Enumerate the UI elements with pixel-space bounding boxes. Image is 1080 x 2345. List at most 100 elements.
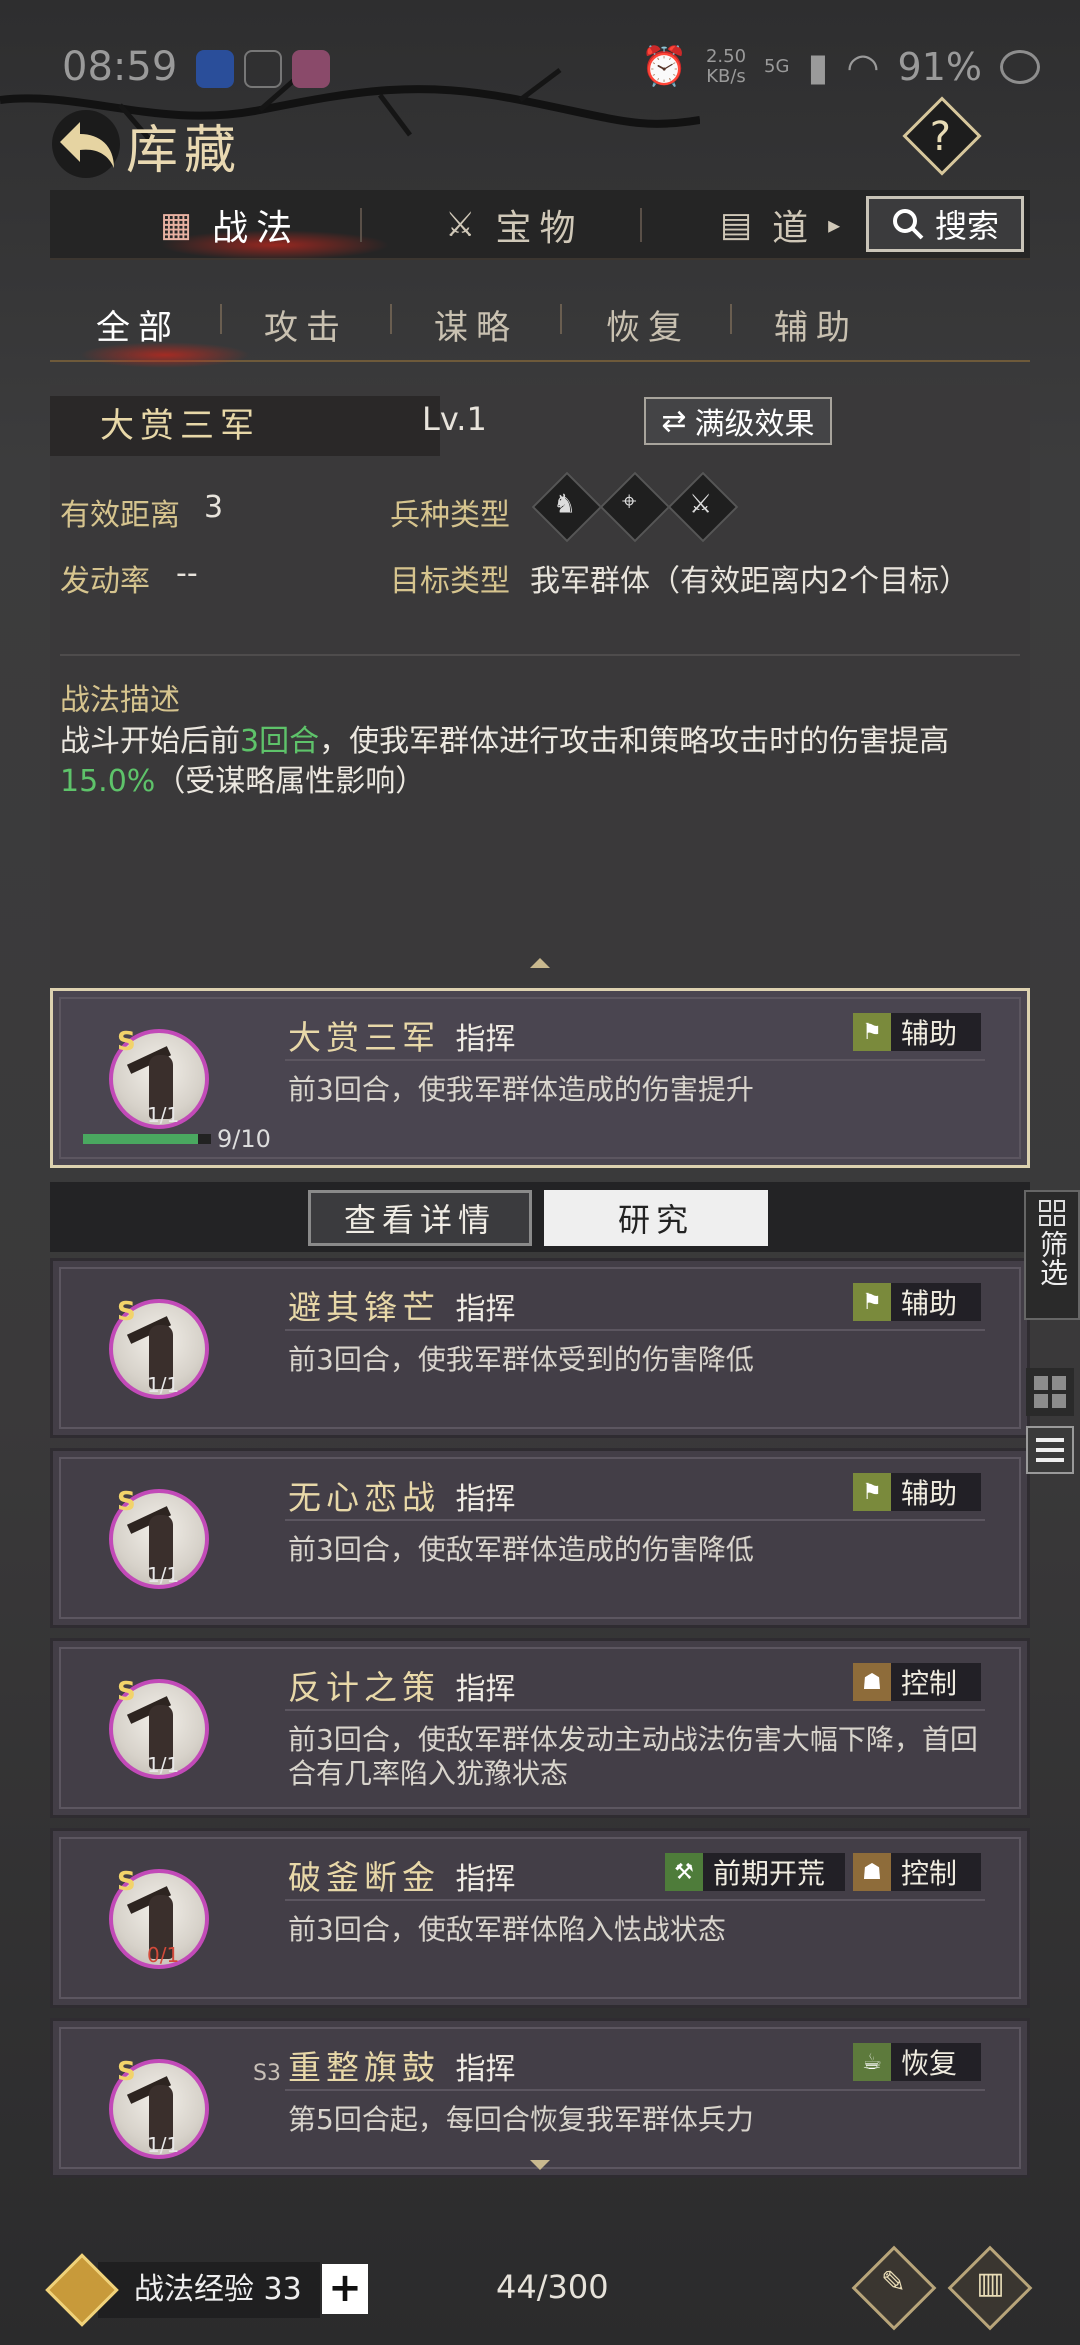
collapse-up-icon[interactable] (530, 958, 550, 968)
tab-tactics[interactable]: ▦ 战法 (160, 190, 300, 260)
research-button[interactable]: 研究 (544, 1190, 768, 1246)
card-divider (285, 1519, 985, 1521)
tactic-card[interactable]: S 1/1 避其锋芒 指挥 ⚑ 辅助 前3回合，使我军群体受到的伤害降低 (50, 1258, 1030, 1438)
rank-badge: S (117, 1867, 136, 1897)
exp-value: 33 (263, 2272, 302, 2307)
items-icon: ▤ (720, 205, 761, 245)
swap-icon: ⇄ (661, 403, 687, 439)
grid-view-icon[interactable] (1026, 1368, 1074, 1416)
tactic-summary: 前3回合，使我军群体受到的伤害降低 (288, 1343, 754, 1376)
trigger-rate-value: -- (176, 556, 198, 591)
view-details-button[interactable]: 查看详情 (308, 1190, 532, 1246)
tactic-library-button[interactable]: ▥ (947, 2245, 1033, 2331)
support-icon: ⚑ (853, 1283, 891, 1321)
detail-tactic-name: 大赏三军 (50, 396, 440, 456)
tactic-name: 无心恋战 指挥 (288, 1478, 516, 1517)
tab-items[interactable]: ▤ 道 ▸ (720, 190, 848, 260)
scroll-down-icon[interactable] (530, 2160, 550, 2170)
subtab-support[interactable]: 辅助 (774, 300, 858, 349)
search-icon (892, 209, 924, 240)
max-level-effect-button[interactable]: ⇄ 满级效果 (644, 397, 832, 445)
tab-treasures[interactable]: ⚔ 宝物 (445, 190, 584, 260)
detail-level: Lv.1 (422, 400, 487, 438)
max-level-effect-label: 满级效果 (694, 407, 815, 442)
rank-badge: S (117, 1297, 136, 1327)
sf-notification-icon (244, 50, 282, 88)
subtab-recover[interactable]: 恢复 (606, 300, 690, 349)
research-progress-text: 9/10 (217, 1125, 271, 1153)
list-view-icon[interactable] (1026, 1426, 1074, 1474)
tactic-name: 反计之策 指挥 (288, 1668, 516, 1707)
tab-tactics-label: 战法 (212, 208, 301, 249)
tactic-summary: 第5回合起，每回合恢复我军群体兵力 (288, 2103, 754, 2136)
wifi-icon: ◠ (846, 44, 880, 89)
rank-badge: S (117, 1487, 136, 1517)
tactic-name: 大赏三军 指挥 (288, 1018, 516, 1057)
screen: 08:59 ⏰ 2.50 KB/s 5G ▮ ◠ 91% 库藏 ? ▦ 战法 ⚔… (0, 0, 1080, 2345)
range-value: 3 (204, 490, 224, 525)
scroll-quill-icon: ✎ (880, 2264, 906, 2300)
tactic-summary: 前3回合，使敌军群体发动主动战法伤害大幅下降，首回合有几率陷入犹豫状态 (288, 1723, 978, 1790)
tag-control: ☗ 控制 (853, 1663, 981, 1701)
filter-button[interactable]: 筛选 (1024, 1190, 1080, 1320)
tab-divider (360, 208, 362, 242)
tag-control: ☗ 控制 (853, 1853, 981, 1891)
status-indicators: ⏰ 2.50 KB/s 5G ▮ ◠ 91% (641, 44, 1040, 89)
rank-badge: S (117, 1027, 136, 1057)
control-icon: ☗ (853, 1663, 891, 1701)
target-type-value: 我军群体（有效距离内2个目标） (530, 564, 970, 599)
card-divider (285, 2089, 985, 2091)
teapot-icon: ☕ (853, 2043, 891, 2081)
add-exp-button[interactable]: + (322, 2264, 368, 2314)
tactic-count: 1/1 (147, 1373, 180, 1397)
season-badge: S3 (253, 2061, 281, 2086)
net-speed: 2.50 KB/s (705, 45, 747, 87)
card-divider (285, 1709, 985, 1711)
convert-tactics-button[interactable]: ✎ (851, 2245, 937, 2331)
tactic-summary: 前3回合，使敌军群体造成的伤害降低 (288, 1533, 754, 1566)
back-button[interactable] (52, 110, 120, 178)
range-label: 有效距离 (60, 498, 180, 533)
subtab-divider (390, 304, 392, 334)
tactic-count: 1/1 (147, 1103, 180, 1127)
tag-early-game: ⚒ 前期开荒 (665, 1853, 845, 1891)
filter-icon (1039, 1200, 1065, 1226)
subtab-attack[interactable]: 攻击 (264, 300, 348, 349)
app-notification-icon (196, 50, 234, 88)
tactic-card[interactable]: S S3 1/1 重整旗鼓 指挥 ☕ 恢复 第5回合起，每回合恢复我军群体兵力 (50, 2018, 1030, 2178)
filter-label: 筛选 (1036, 1230, 1069, 1286)
card-action-bar (50, 1182, 1030, 1252)
tactic-card[interactable]: S 0/1 破釜断金 指挥 ⚒ 前期开荒 ☗ 控制 前3回合，使敌军群体陷入怯战状态 (50, 1828, 1030, 2008)
tactic-detail-panel (50, 385, 1030, 985)
battery-ring-icon (1000, 49, 1040, 84)
subtab-all[interactable]: 全部 (96, 300, 180, 349)
help-icon: ? (929, 114, 951, 161)
tactic-card[interactable]: S 1/1 无心恋战 指挥 ⚑ 辅助 前3回合，使敌军群体造成的伤害降低 (50, 1448, 1030, 1628)
subtab-divider (730, 304, 732, 334)
tactic-summary: 前3回合，使敌军群体陷入怯战状态 (288, 1913, 726, 1946)
tag-support: ⚑ 辅助 (853, 1013, 981, 1051)
trigger-rate-label: 发动率 (60, 564, 150, 599)
tactic-card[interactable]: S 1/1 大赏三军 指挥 ⚑ 辅助 前3回合，使我军群体造成的伤害提升 9/10 (50, 988, 1030, 1168)
battery-text: 91% (897, 44, 982, 89)
research-progress-bar (83, 1134, 211, 1144)
card-divider (285, 1059, 985, 1061)
tag-recover: ☕ 恢复 (853, 2043, 981, 2081)
tactic-count: 1/1 (147, 1753, 180, 1777)
subtab-strategy[interactable]: 谋略 (434, 300, 518, 349)
rank-badge: S (117, 2057, 136, 2087)
back-arrow-icon (60, 122, 114, 168)
search-button[interactable]: 搜索 (866, 196, 1024, 252)
tactic-summary: 前3回合，使我军群体造成的伤害提升 (288, 1073, 754, 1106)
troop-type-label: 兵种类型 (390, 498, 510, 533)
search-label: 搜索 (934, 207, 999, 245)
shop-notification-icon (292, 50, 330, 88)
subtab-divider (560, 304, 562, 334)
tactic-card[interactable]: S 1/1 反计之策 指挥 ☗ 控制 前3回合，使敌军群体发动主动战法伤害大幅下降… (50, 1638, 1030, 1818)
tactic-exp-display: 战法经验 33 (98, 2262, 320, 2318)
tactic-name: 重整旗鼓 指挥 (288, 2048, 516, 2087)
tag-support: ⚑ 辅助 (853, 1473, 981, 1511)
control-icon: ☗ (853, 1853, 891, 1891)
tag-support: ⚑ 辅助 (853, 1283, 981, 1321)
card-divider (285, 1899, 985, 1901)
